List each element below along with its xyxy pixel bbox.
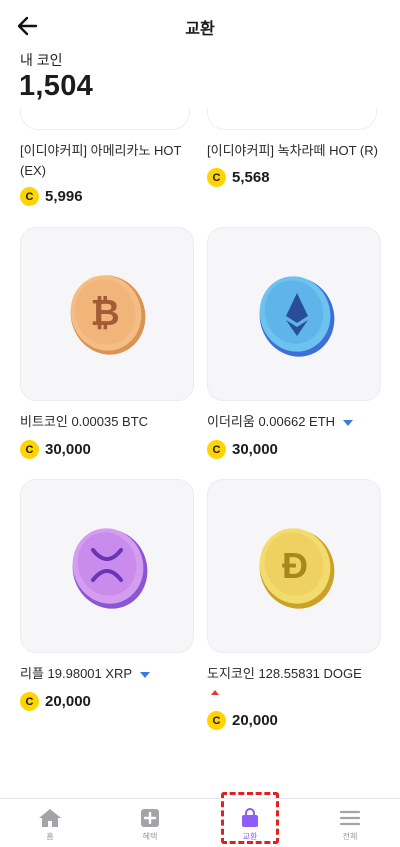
bitcoin-coin-icon: ₿ <box>70 275 146 355</box>
product-name[interactable]: 도지코인 128.55831 DOGE <box>207 664 362 684</box>
dogecoin-coin-icon: Ð <box>259 528 335 609</box>
tab-label: 전체 <box>342 832 358 841</box>
product-name: 리플 19.98001 XRP <box>20 666 133 681</box>
tab-benefits[interactable]: 혜택 <box>100 799 200 847</box>
tab-label: 홈 <box>46 832 54 841</box>
tab-all[interactable]: 전체 <box>300 799 400 847</box>
product-card-image[interactable] <box>207 227 381 401</box>
price-row: C 30,000 <box>20 440 91 459</box>
svg-text:₿: ₿ <box>90 292 119 333</box>
balance-value: 1,504 <box>19 70 94 102</box>
balance-label: 내 코인 <box>20 52 63 68</box>
coin-icon: C <box>20 692 39 711</box>
price-up-icon <box>211 690 219 695</box>
product-name[interactable]: [이디야커피] 녹차라떼 HOT (R) <box>207 141 392 161</box>
price-row: C 30,000 <box>207 440 278 459</box>
product-price: 30,000 <box>232 441 278 458</box>
header: 교환 <box>0 0 400 48</box>
product-name[interactable]: [이디야커피] 아메리카노 HOT (EX) <box>20 141 195 181</box>
price-row: C 5,568 <box>207 168 270 187</box>
coin-icon: C <box>20 187 39 206</box>
product-card-image[interactable] <box>20 108 190 130</box>
bottom-tab-bar: 홈 혜택 교환 전체 <box>0 798 400 847</box>
price-row: C 20,000 <box>207 711 278 730</box>
price-down-icon <box>140 671 151 678</box>
plus-square-icon <box>141 809 159 827</box>
product-card-image[interactable]: ₿ <box>20 227 194 401</box>
coin-icon: C <box>207 711 226 730</box>
product-card-image[interactable]: Ð <box>207 479 381 653</box>
product-name: 이더리움 0.00662 ETH <box>207 414 336 429</box>
product-card-image[interactable] <box>20 479 194 653</box>
product-card-image[interactable] <box>207 108 377 130</box>
product-name-row[interactable]: 이더리움 0.00662 ETH <box>207 412 354 432</box>
product-price: 20,000 <box>45 693 91 710</box>
product-name[interactable]: 비트코인 0.00035 BTC <box>20 412 148 432</box>
product-price: 20,000 <box>232 712 278 729</box>
price-row: C 5,996 <box>20 187 83 206</box>
product-price: 5,996 <box>45 188 83 205</box>
menu-icon <box>339 810 361 826</box>
tab-label: 혜택 <box>142 832 158 841</box>
svg-text:Ð: Ð <box>282 545 308 586</box>
coin-icon: C <box>207 440 226 459</box>
coin-icon: C <box>20 440 39 459</box>
page-title: 교환 <box>185 21 215 38</box>
product-price: 5,568 <box>232 169 270 186</box>
product-price: 30,000 <box>45 441 91 458</box>
tab-home[interactable]: 홈 <box>0 799 100 847</box>
price-row: C 20,000 <box>20 692 91 711</box>
exchange-tab-highlight <box>221 792 279 844</box>
coin-icon: C <box>207 168 226 187</box>
price-down-icon <box>343 419 354 426</box>
product-name-row[interactable]: 리플 19.98001 XRP <box>20 664 151 684</box>
ethereum-coin-icon <box>259 276 335 357</box>
home-icon <box>39 809 61 827</box>
ripple-coin-icon <box>72 528 148 609</box>
